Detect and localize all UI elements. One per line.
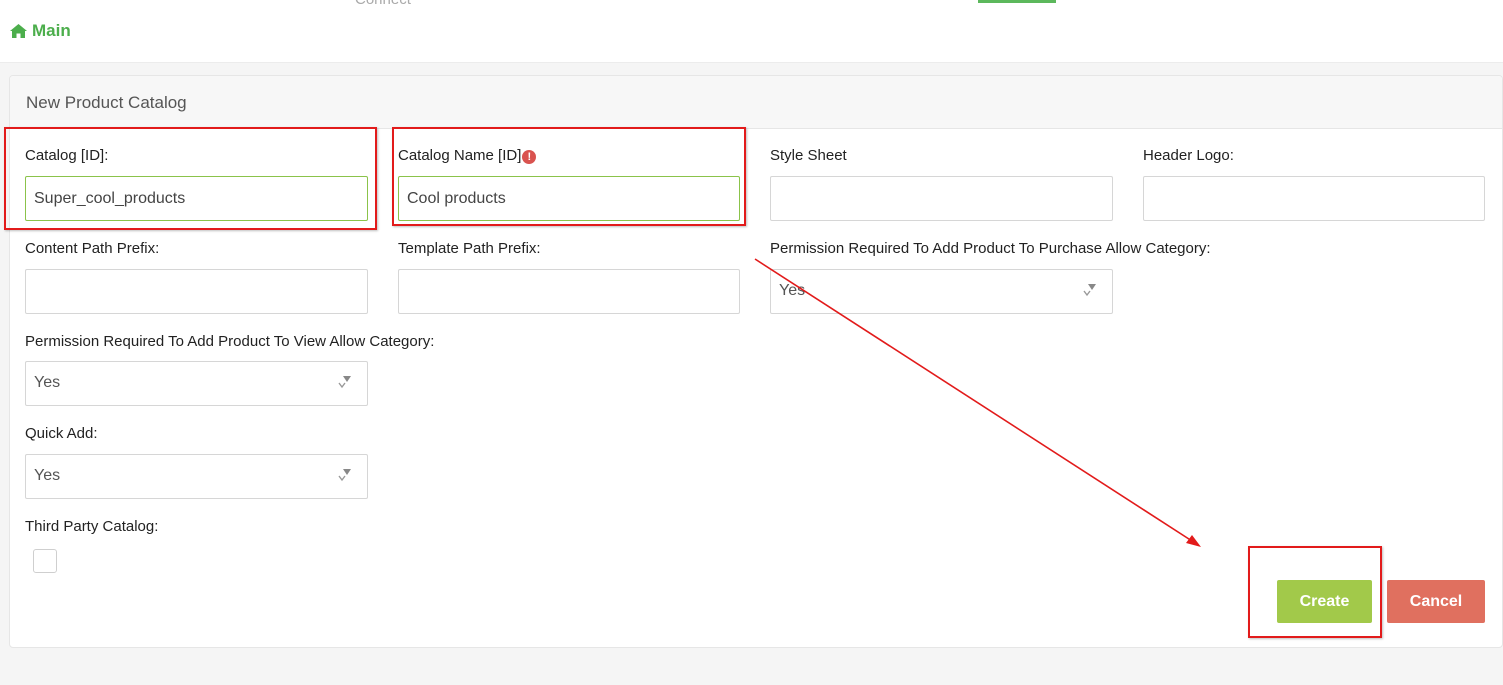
quick-add-select[interactable]: Yes bbox=[25, 454, 368, 499]
header-logo-label: Header Logo: bbox=[1143, 147, 1234, 164]
perm-view-select-value: Yes bbox=[34, 374, 61, 391]
nav-tab-connect[interactable]: Connect bbox=[355, 0, 411, 8]
content-path-prefix-input[interactable] bbox=[25, 269, 368, 314]
style-sheet-label: Style Sheet bbox=[770, 147, 847, 164]
template-path-prefix-input[interactable] bbox=[398, 269, 740, 314]
breadcrumb-main-link[interactable]: Main bbox=[32, 21, 71, 41]
active-tab-indicator bbox=[978, 0, 1056, 3]
template-path-prefix-label: Template Path Prefix: bbox=[398, 240, 541, 257]
catalog-name-input[interactable] bbox=[398, 176, 740, 221]
perm-view-select[interactable]: Yes bbox=[25, 361, 368, 406]
catalog-id-input[interactable] bbox=[25, 176, 368, 221]
home-icon bbox=[10, 24, 27, 38]
catalog-id-label: Catalog [ID]: bbox=[25, 147, 109, 164]
sort-arrow-icon bbox=[1082, 282, 1098, 303]
breadcrumb[interactable]: Main bbox=[10, 21, 71, 41]
sort-arrow-icon bbox=[337, 467, 353, 488]
header-logo-input[interactable] bbox=[1143, 176, 1485, 221]
top-navigation-bar: Connect Main bbox=[0, 0, 1503, 63]
panel-title: New Product Catalog bbox=[26, 93, 187, 112]
catalog-name-label: Catalog Name [ID]! bbox=[398, 147, 537, 164]
catalog-name-label-text: Catalog Name [ID] bbox=[398, 147, 522, 164]
perm-view-label: Permission Required To Add Product To Vi… bbox=[25, 333, 435, 350]
cancel-button[interactable]: Cancel bbox=[1387, 580, 1485, 623]
style-sheet-input[interactable] bbox=[770, 176, 1113, 221]
exclamation-circle-icon: ! bbox=[522, 150, 537, 164]
create-button[interactable]: Create bbox=[1277, 580, 1372, 623]
perm-purchase-label: Permission Required To Add Product To Pu… bbox=[770, 240, 1211, 257]
third-party-catalog-checkbox[interactable] bbox=[33, 549, 57, 573]
perm-purchase-select[interactable]: Yes bbox=[770, 269, 1113, 314]
perm-purchase-select-value: Yes bbox=[779, 282, 806, 299]
content-path-prefix-label: Content Path Prefix: bbox=[25, 240, 160, 257]
quick-add-label: Quick Add: bbox=[25, 425, 98, 442]
sort-arrow-icon bbox=[337, 374, 353, 395]
quick-add-select-value: Yes bbox=[34, 467, 61, 484]
third-party-catalog-label: Third Party Catalog: bbox=[25, 518, 159, 535]
panel-header: New Product Catalog bbox=[10, 76, 1502, 129]
